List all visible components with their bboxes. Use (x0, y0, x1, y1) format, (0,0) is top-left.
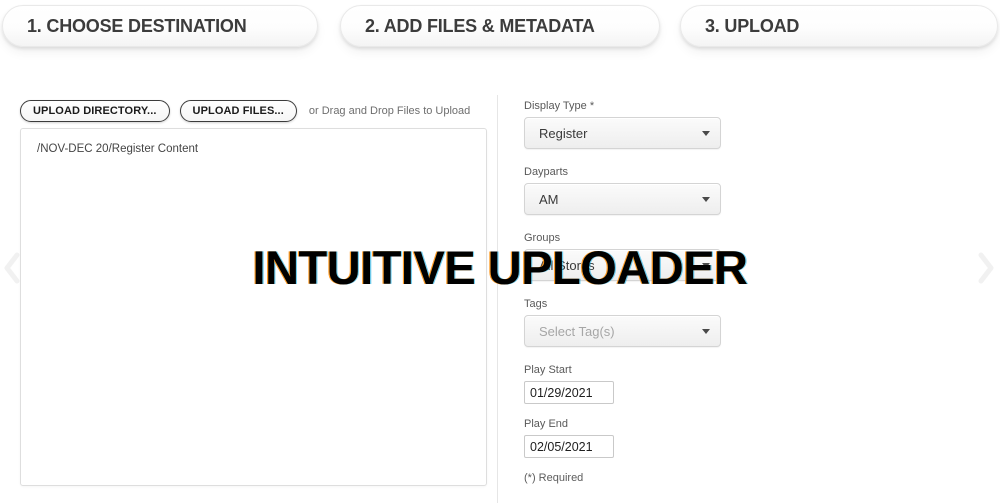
play-end-value: 02/05/2021 (530, 439, 593, 454)
upload-files-label: UPLOAD FILES... (192, 105, 284, 117)
groups-select[interactable]: All Stores (524, 249, 721, 281)
dayparts-label: Dayparts (524, 166, 569, 178)
caret-down-icon (702, 130, 710, 136)
file-drop-zone[interactable]: /NOV-DEC 20/Register Content (20, 128, 487, 486)
drop-zone-file-path: /NOV-DEC 20/Register Content (37, 143, 199, 155)
caret-down-icon (702, 328, 710, 334)
field-display-type: Display Type * Register (524, 100, 721, 149)
tab-choose-destination-label: 1. CHOOSE DESTINATION (27, 15, 247, 36)
tab-upload[interactable]: 3. UPLOAD (680, 5, 998, 47)
display-type-label: Display Type * (524, 100, 595, 112)
play-start-label: Play Start (524, 364, 572, 376)
caret-down-icon (702, 262, 710, 268)
dayparts-select[interactable]: AM (524, 183, 721, 215)
groups-value: All Stores (539, 257, 595, 273)
upload-directory-button[interactable]: UPLOAD DIRECTORY... (20, 100, 170, 122)
play-start-input[interactable]: 01/29/2021 (524, 381, 614, 404)
metadata-form-panel: Display Type * Register Dayparts AM Grou… (497, 90, 1000, 503)
play-end-input[interactable]: 02/05/2021 (524, 435, 614, 458)
dayparts-value: AM (539, 191, 559, 207)
tags-value: Select Tag(s) (539, 323, 615, 339)
drag-drop-hint: or Drag and Drop Files to Upload (308, 105, 471, 117)
tab-upload-label: 3. UPLOAD (705, 15, 800, 36)
field-play-end: Play End 02/05/2021 (524, 418, 614, 458)
upload-actions-row: UPLOAD DIRECTORY... UPLOAD FILES... or D… (20, 100, 470, 122)
display-type-value: Register (539, 125, 588, 141)
caret-down-icon (702, 196, 710, 202)
upload-directory-label: UPLOAD DIRECTORY... (33, 105, 157, 117)
required-note: (*) Required (524, 472, 584, 484)
play-end-label: Play End (524, 418, 569, 430)
field-play-start: Play Start 01/29/2021 (524, 364, 614, 404)
upload-files-button[interactable]: UPLOAD FILES... (179, 100, 297, 122)
field-groups: Groups All Stores (524, 232, 721, 281)
groups-label: Groups (524, 232, 561, 244)
step-tab-bar: 1. CHOOSE DESTINATION 2. ADD FILES & MET… (0, 0, 1000, 56)
play-start-value: 01/29/2021 (530, 385, 593, 400)
tab-choose-destination[interactable]: 1. CHOOSE DESTINATION (2, 5, 318, 47)
tags-label: Tags (524, 298, 548, 310)
tab-add-files-metadata[interactable]: 2. ADD FILES & METADATA (340, 5, 660, 47)
field-tags: Tags Select Tag(s) (524, 298, 721, 347)
file-selection-panel: UPLOAD DIRECTORY... UPLOAD FILES... or D… (0, 90, 497, 503)
display-type-select[interactable]: Register (524, 117, 721, 149)
tags-select[interactable]: Select Tag(s) (524, 315, 721, 347)
field-dayparts: Dayparts AM (524, 166, 721, 215)
tab-add-files-metadata-label: 2. ADD FILES & METADATA (365, 15, 595, 36)
